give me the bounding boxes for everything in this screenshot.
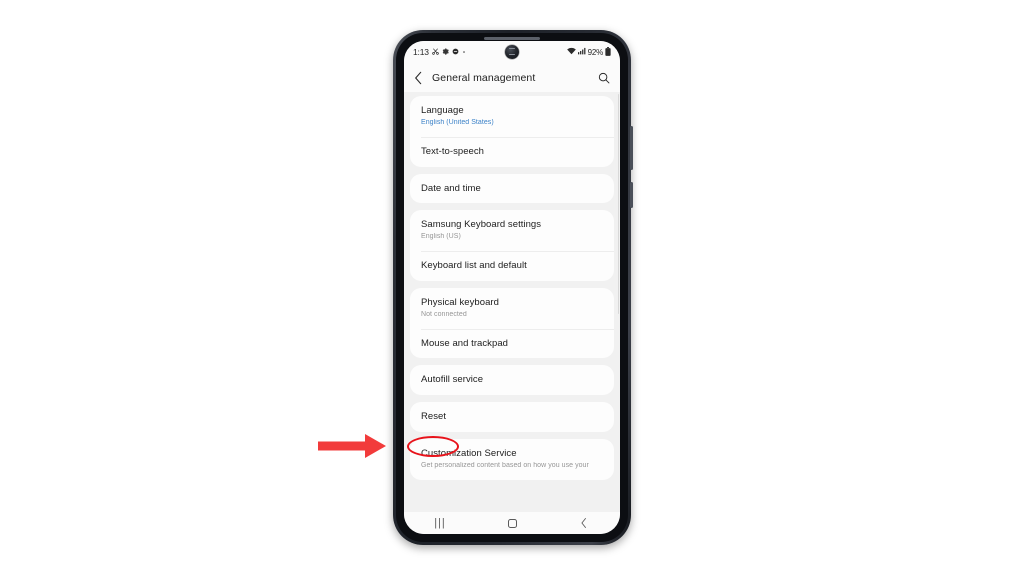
settings-row-title: Samsung Keyboard settings <box>421 219 542 231</box>
dot-icon <box>462 49 466 56</box>
navigation-bar: ||| <box>404 512 620 534</box>
settings-row-title: Date and time <box>421 182 481 194</box>
gear-icon <box>442 47 449 57</box>
page-title: General management <box>432 71 536 84</box>
settings-row-samsung-keyboard-settings[interactable]: Samsung Keyboard settings English (US) <box>410 210 614 251</box>
screenshot-canvas: 1:13 92% General management Language Eng… <box>0 0 1024 576</box>
settings-group: Physical keyboard Not connected Mouse an… <box>410 287 614 359</box>
settings-row-subtitle: English (United States) <box>421 118 494 126</box>
front-camera-punch-hole <box>505 44 519 59</box>
settings-row-title: Reset <box>421 411 447 423</box>
settings-row-mouse-and-trackpad[interactable]: Mouse and trackpad <box>410 328 614 359</box>
phone-screen: 1:13 92% General management Language Eng… <box>404 41 620 534</box>
settings-row-title: Mouse and trackpad <box>421 337 508 349</box>
battery-full-icon <box>605 46 611 58</box>
scrollbar[interactable] <box>617 94 619 314</box>
settings-row-title: Keyboard list and default <box>421 260 527 271</box>
home-glyph <box>507 518 517 528</box>
settings-row-autofill-service[interactable]: Autofill service <box>410 365 614 395</box>
back-chevron-icon[interactable] <box>564 512 604 534</box>
recents-glyph: ||| <box>434 516 446 529</box>
settings-row-subtitle: English (US) <box>421 233 461 241</box>
settings-group: Samsung Keyboard settings English (US) K… <box>410 210 614 281</box>
app-bar: General management <box>404 63 620 92</box>
scissors-icon <box>431 47 439 57</box>
pointer-arrow-icon <box>318 434 386 458</box>
settings-group: Customization Service Get personalized c… <box>410 439 614 480</box>
settings-group: Autofill service <box>410 365 614 396</box>
settings-row-physical-keyboard[interactable]: Physical keyboard Not connected <box>410 288 614 329</box>
wifi-icon <box>566 47 576 57</box>
settings-group: Date and time <box>410 173 614 204</box>
cellular-signal-icon <box>577 47 586 57</box>
settings-group: Reset <box>410 402 614 433</box>
status-bar-left: 1:13 <box>413 47 466 57</box>
status-bar-right: 92% <box>566 46 611 58</box>
settings-group: Language English (United States) Text-to… <box>410 96 614 167</box>
power-button[interactable] <box>630 182 633 208</box>
settings-row-title: Physical keyboard <box>421 296 499 308</box>
settings-row-title: Autofill service <box>421 374 484 386</box>
settings-list[interactable]: Language English (United States) Text-to… <box>404 92 620 512</box>
status-clock: 1:13 <box>413 47 429 57</box>
recents-icon[interactable]: ||| <box>420 512 460 534</box>
volume-button[interactable] <box>630 126 633 170</box>
settings-row-customization-service[interactable]: Customization Service Get personalized c… <box>410 439 614 480</box>
settings-row-text-to-speech[interactable]: Text-to-speech <box>410 136 614 167</box>
search-icon[interactable] <box>598 72 610 84</box>
status-bar: 1:13 92% <box>404 41 620 63</box>
phone-device-frame: 1:13 92% General management Language Eng… <box>393 30 633 545</box>
earpiece-speaker <box>484 36 540 40</box>
settings-row-date-and-time[interactable]: Date and time <box>410 174 614 204</box>
battery-percent-label: 92% <box>587 47 604 57</box>
settings-row-keyboard-list-and-default[interactable]: Keyboard list and default <box>410 251 614 281</box>
chevron-left-icon[interactable] <box>414 71 423 85</box>
home-icon[interactable] <box>492 512 532 534</box>
settings-row-title: Language <box>421 105 464 116</box>
settings-row-title: Text-to-speech <box>421 145 485 157</box>
settings-row-title: Customization Service <box>421 448 517 460</box>
do-not-disturb-icon <box>452 48 459 57</box>
settings-row-subtitle: Get personalized content based on how yo… <box>421 462 589 469</box>
settings-row-subtitle: Not connected <box>421 310 467 318</box>
settings-row-language[interactable]: Language English (United States) <box>410 96 614 137</box>
settings-row-reset[interactable]: Reset <box>410 402 614 432</box>
